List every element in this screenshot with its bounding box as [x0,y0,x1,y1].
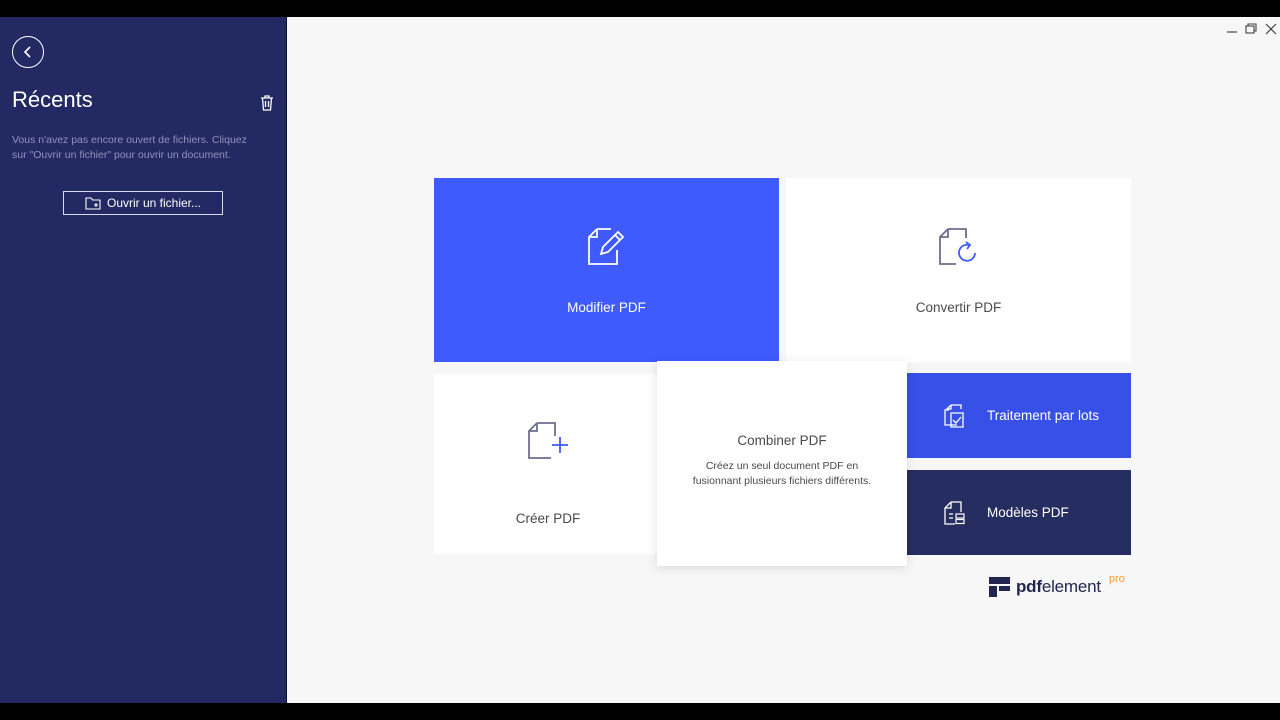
trash-icon[interactable] [259,94,275,112]
combine-pdf-tile[interactable]: Combiner PDF Créez un seul document PDF … [657,361,907,566]
combine-pdf-label: Combiner PDF [737,433,827,448]
templates-content: Modèles PDF [907,470,1131,555]
create-document-icon [528,422,568,459]
create-pdf-label: Créer PDF [515,511,581,526]
combine-pdf-description: Créez un seul document PDF en fusionnant… [692,460,872,487]
open-file-button[interactable]: Ouvrir un fichier... [63,191,223,215]
convert-pdf-label: Convertir PDF [915,300,1002,315]
brand-edition: pro [1108,573,1125,585]
templates-label: Modèles PDF [987,505,1069,520]
templates-icon [944,500,965,525]
pdfelement-logo: pdfelement pro [989,573,1125,597]
minimize-icon[interactable] [1225,22,1239,36]
recent-sidebar: Récents Vous n'avez pas encore ouvert de… [0,17,287,703]
edit-document-icon [588,228,625,265]
folder-add-icon [85,196,101,210]
restore-icon[interactable] [1244,22,1258,36]
batch-process-label: Traitement par lots [987,408,1100,423]
batch-process-content: Traitement par lots [907,373,1131,458]
edit-pdf-tile[interactable]: Modifier PDF [434,178,779,362]
templates-tile[interactable]: Modèles PDF [907,470,1131,555]
app-window: Récents Vous n'avez pas encore ouvert de… [0,17,1280,703]
brand-name: pdfelement [1016,577,1101,596]
empty-recent-message: Vous n'avez pas encore ouvert de fichier… [12,134,247,161]
create-pdf-tile[interactable]: Créer PDF [434,374,662,554]
convert-document-icon [939,228,976,265]
close-icon[interactable] [1264,22,1278,36]
chevron-left-icon [23,46,31,58]
convert-pdf-tile[interactable]: Convertir PDF [786,178,1131,362]
batch-process-icon [944,403,964,428]
pdfelement-logo-icon [989,577,1010,597]
sidebar-title: Récents [12,87,93,112]
edit-pdf-label: Modifier PDF [567,300,646,315]
open-file-label: Ouvrir un fichier... [106,196,202,210]
back-button[interactable] [12,36,44,68]
batch-process-tile[interactable]: Traitement par lots [907,373,1131,458]
